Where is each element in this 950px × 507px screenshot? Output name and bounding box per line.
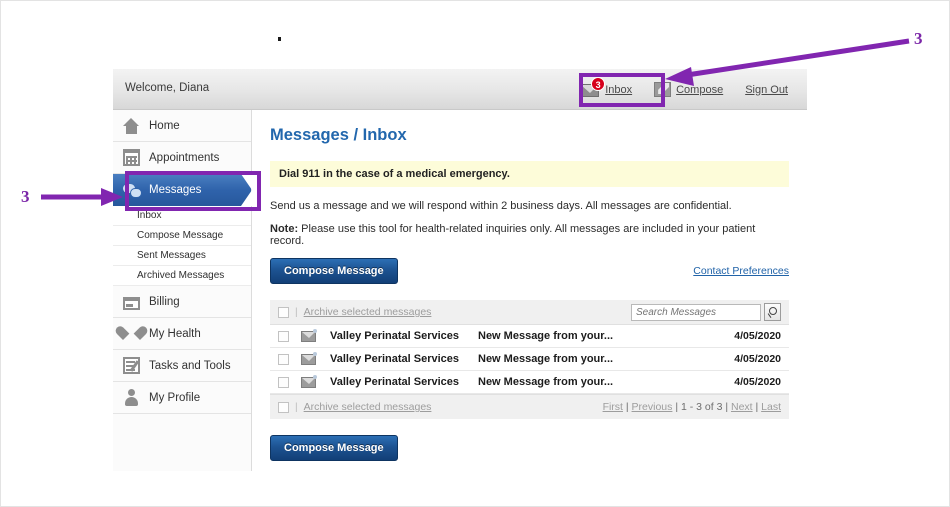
sidebar-item-label: Home bbox=[149, 119, 180, 132]
home-icon bbox=[123, 117, 140, 134]
sidebar-item-label: My Profile bbox=[149, 391, 201, 404]
screenshot-root: Welcome, Diana 3 Inbox Compose Sign Out bbox=[0, 0, 950, 507]
toolbar-divider: | bbox=[295, 306, 298, 318]
emergency-alert: Dial 911 in the case of a medical emerge… bbox=[270, 161, 789, 187]
credit-card-icon bbox=[123, 297, 140, 310]
table-row[interactable]: Valley Perinatal Services New Message fr… bbox=[270, 371, 789, 394]
sidebar-item-billing[interactable]: Billing bbox=[113, 286, 251, 318]
heart-icon bbox=[123, 325, 140, 342]
row-date: 4/05/2020 bbox=[734, 330, 781, 342]
patient-portal-window: Welcome, Diana 3 Inbox Compose Sign Out bbox=[113, 69, 807, 471]
pager-sep: | bbox=[722, 401, 731, 413]
page-title: Messages / Inbox bbox=[270, 126, 407, 144]
row-sender: Valley Perinatal Services bbox=[330, 353, 460, 365]
calendar-icon bbox=[123, 149, 140, 166]
sidebar-item-appointments[interactable]: Appointments bbox=[113, 142, 251, 174]
sidebar-item-my-profile[interactable]: My Profile bbox=[113, 382, 251, 414]
annotation-highlight-messages bbox=[125, 171, 261, 211]
archive-selected-link-bottom[interactable]: Archive selected messages bbox=[304, 401, 432, 413]
annotation-number-left: 3 bbox=[21, 187, 30, 206]
select-all-checkbox-top[interactable] bbox=[278, 306, 289, 318]
welcome-text: Welcome, Diana bbox=[125, 82, 210, 94]
archive-selected-link-top[interactable]: Archive selected messages bbox=[304, 306, 432, 318]
pager-previous[interactable]: Previous bbox=[632, 401, 673, 413]
sidebar-submenu-messages: Inbox Compose Message Sent Messages Arch… bbox=[113, 206, 251, 286]
bottom-action-row: Compose Message bbox=[270, 435, 789, 461]
table-row[interactable]: Valley Perinatal Services New Message fr… bbox=[270, 348, 789, 371]
stray-dot-artifact bbox=[278, 37, 281, 41]
header-signout-item[interactable]: Sign Out bbox=[734, 69, 799, 110]
sidebar-subitem-archived-messages[interactable]: Archived Messages bbox=[113, 266, 251, 286]
message-envelope-icon bbox=[301, 351, 317, 365]
message-envelope-icon bbox=[301, 328, 317, 342]
user-icon bbox=[123, 389, 140, 406]
sidebar-subitem-sent-messages[interactable]: Sent Messages bbox=[113, 246, 251, 266]
pagination: First | Previous | 1 - 3 of 3 | Next | L… bbox=[603, 401, 781, 413]
pager-first[interactable]: First bbox=[603, 401, 623, 413]
pager-sep: | bbox=[752, 401, 762, 413]
pager-sep: | bbox=[622, 401, 632, 413]
row-subject: New Message from your... bbox=[478, 330, 614, 342]
row-checkbox[interactable] bbox=[278, 353, 289, 365]
pager-next[interactable]: Next bbox=[731, 401, 753, 413]
toolbar-divider: | bbox=[295, 401, 298, 413]
pager-sep: | bbox=[672, 401, 681, 413]
compose-message-button-top[interactable]: Compose Message bbox=[270, 258, 398, 284]
sidebar-item-label: Tasks and Tools bbox=[149, 359, 231, 372]
select-all-checkbox-bottom[interactable] bbox=[278, 401, 289, 413]
portal-header: Welcome, Diana 3 Inbox Compose Sign Out bbox=[113, 69, 807, 110]
sidebar-item-label: Billing bbox=[149, 295, 180, 308]
table-toolbar-top: | Archive selected messages bbox=[270, 300, 789, 325]
row-date: 4/05/2020 bbox=[734, 376, 781, 388]
action-row: Compose Message Contact Preferences bbox=[270, 258, 789, 284]
row-sender: Valley Perinatal Services bbox=[330, 330, 460, 342]
pager-range: 1 - 3 of 3 bbox=[680, 401, 723, 413]
search-area bbox=[631, 303, 781, 321]
sidebar-item-my-health[interactable]: My Health bbox=[113, 318, 251, 350]
note-text: Please use this tool for health-related … bbox=[270, 223, 756, 247]
header-compose-link[interactable]: Compose bbox=[676, 84, 723, 96]
sidebar-subitem-compose-message[interactable]: Compose Message bbox=[113, 226, 251, 246]
pager-last[interactable]: Last bbox=[761, 401, 781, 413]
header-signout-link[interactable]: Sign Out bbox=[745, 84, 788, 96]
sidebar-item-label: My Health bbox=[149, 327, 201, 340]
messages-table: | Archive selected messages Valley Perin… bbox=[270, 300, 789, 419]
annotation-highlight-inbox bbox=[579, 73, 665, 107]
main-content: Messages / Inbox Dial 911 in the case of… bbox=[252, 110, 807, 471]
search-input[interactable] bbox=[631, 303, 761, 321]
sidebar: Home Appointments Messages Inbox Compose… bbox=[113, 110, 252, 471]
sidebar-item-home[interactable]: Home bbox=[113, 110, 251, 142]
sidebar-item-tasks-and-tools[interactable]: Tasks and Tools bbox=[113, 350, 251, 382]
row-checkbox[interactable] bbox=[278, 330, 289, 342]
row-subject: New Message from your... bbox=[478, 376, 614, 388]
row-checkbox[interactable] bbox=[278, 376, 289, 388]
row-subject: New Message from your... bbox=[478, 353, 614, 365]
compose-message-button-bottom[interactable]: Compose Message bbox=[270, 435, 398, 461]
magnifier-icon[interactable] bbox=[764, 303, 781, 321]
contact-preferences-link[interactable]: Contact Preferences bbox=[693, 265, 789, 277]
sidebar-item-label: Appointments bbox=[149, 151, 220, 164]
annotation-number-right: 3 bbox=[914, 29, 923, 48]
note-paragraph: Note: Please use this tool for health-re… bbox=[270, 223, 789, 247]
row-sender: Valley Perinatal Services bbox=[330, 376, 460, 388]
row-date: 4/05/2020 bbox=[734, 353, 781, 365]
portal-body: Home Appointments Messages Inbox Compose… bbox=[113, 110, 807, 471]
note-label: Note: bbox=[270, 223, 299, 235]
clipboard-icon bbox=[123, 357, 140, 374]
message-envelope-icon bbox=[301, 374, 317, 388]
table-row[interactable]: Valley Perinatal Services New Message fr… bbox=[270, 325, 789, 348]
table-toolbar-bottom: | Archive selected messages First | Prev… bbox=[270, 394, 789, 419]
intro-paragraph: Send us a message and we will respond wi… bbox=[270, 200, 732, 212]
